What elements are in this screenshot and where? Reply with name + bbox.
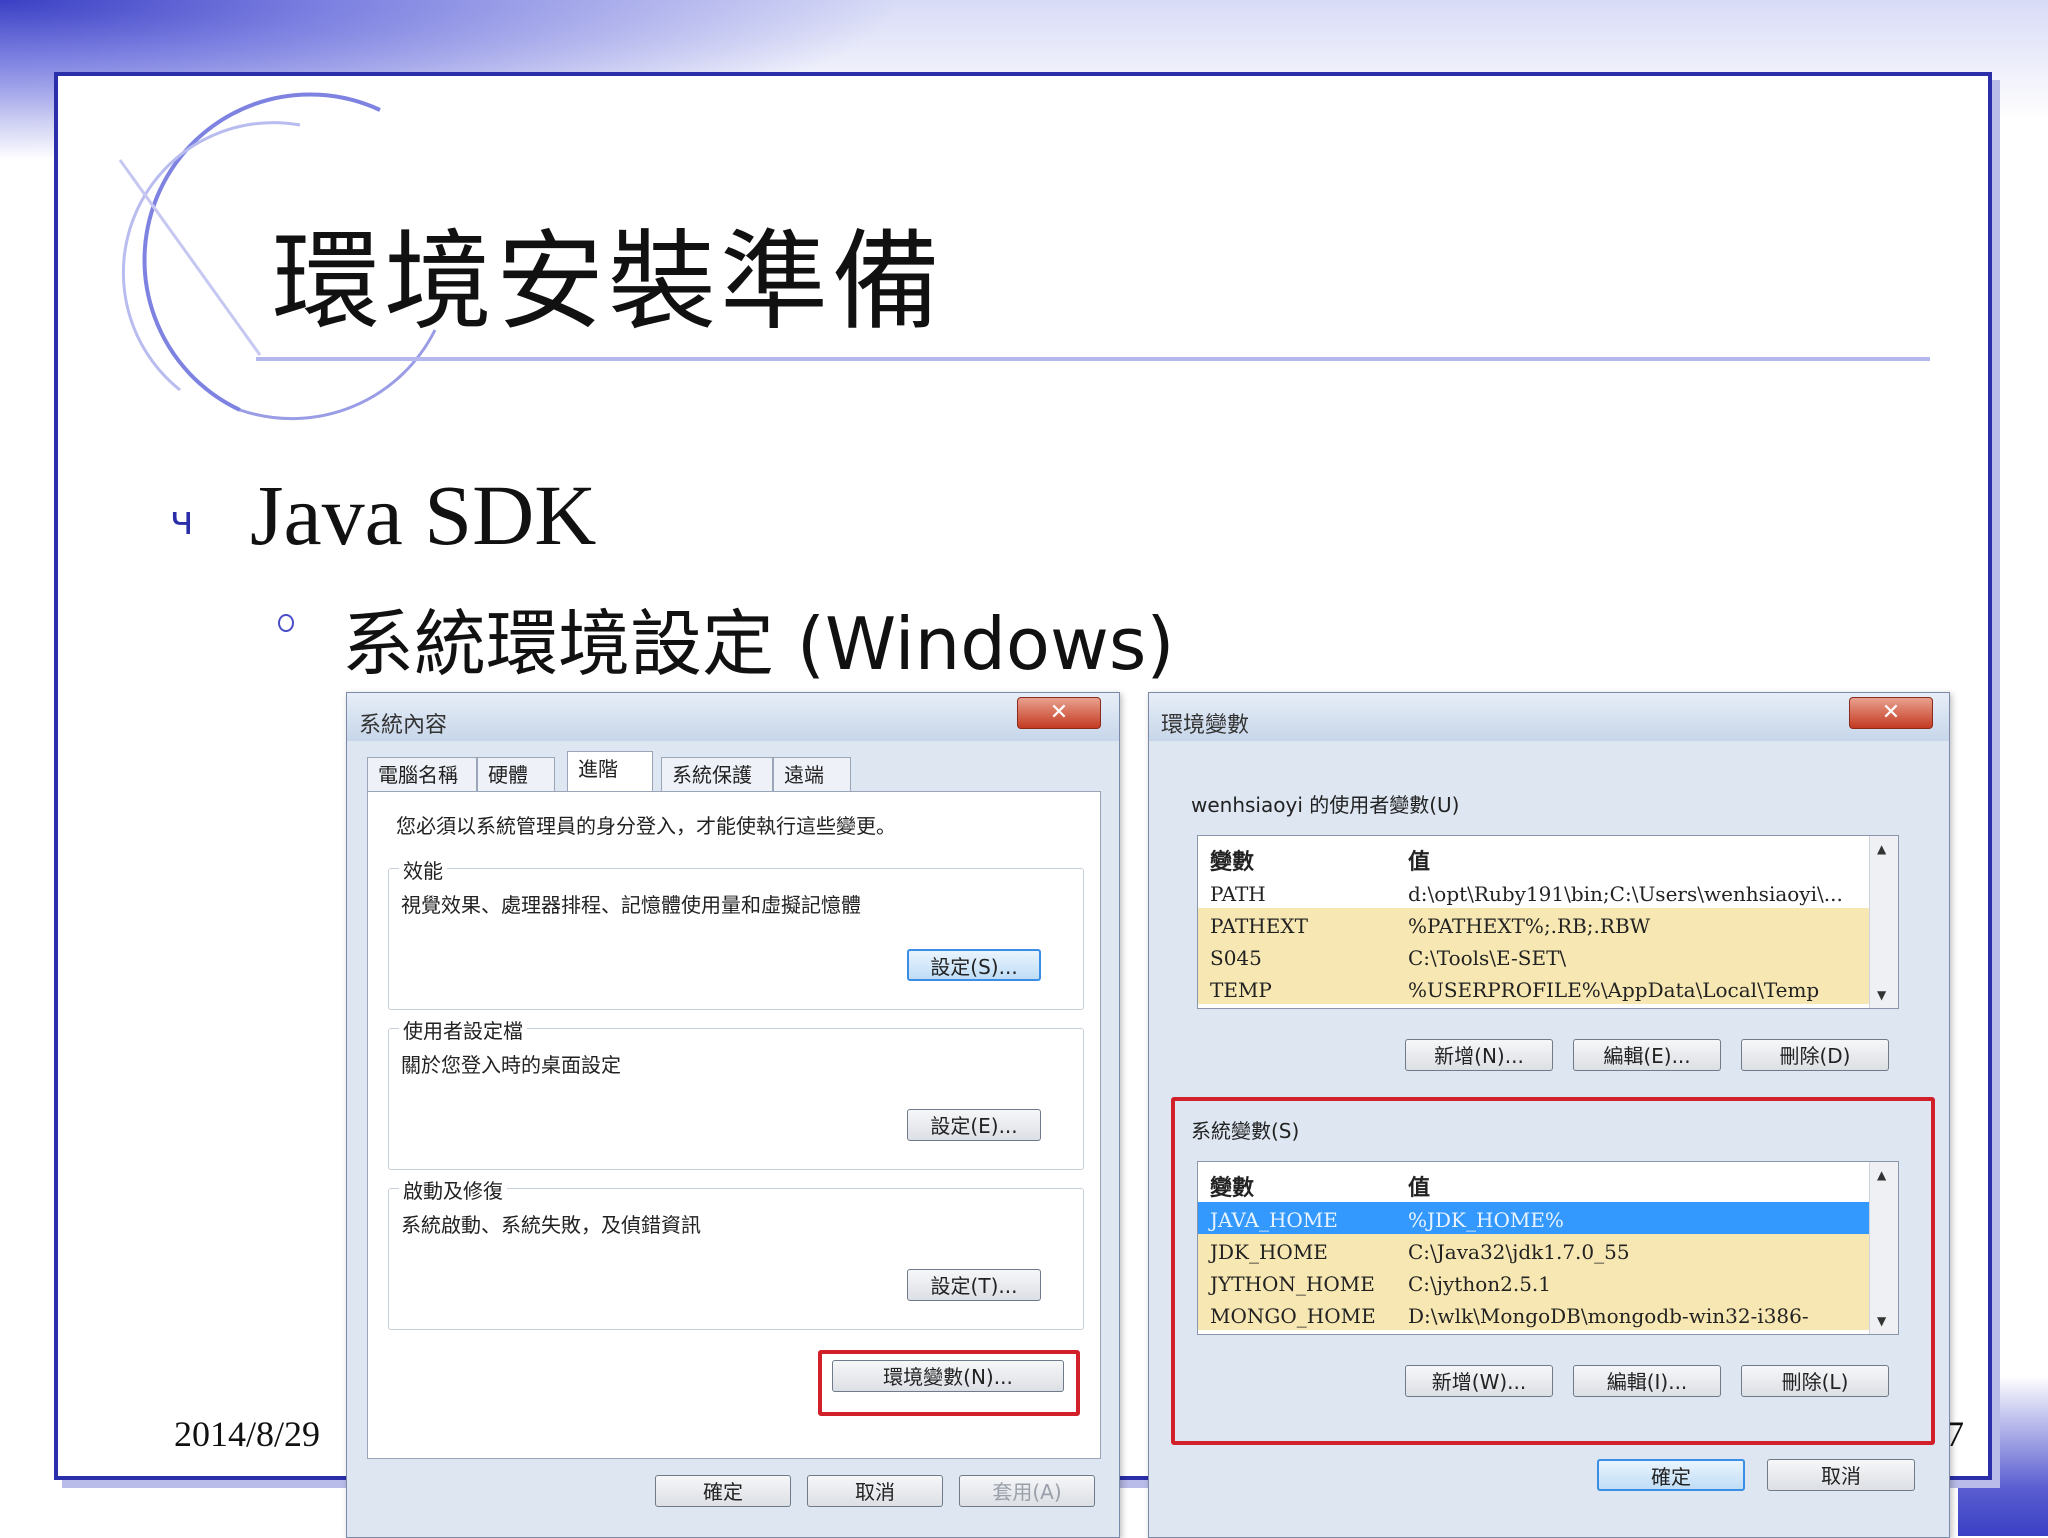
footer-date: 2014/8/29 bbox=[174, 1414, 321, 1454]
system-properties-dialog: 系統內容 ✕ 電腦名稱 硬體 進階 系統保護 遠端 您必須以系統管理員的身分登入… bbox=[346, 692, 1120, 1538]
list-item[interactable]: TEMP %USERPROFILE%\AppData\Local\Temp bbox=[1198, 972, 1870, 1004]
user-profiles-description: 關於您登入時的桌面設定 bbox=[401, 1053, 621, 1077]
tab-computer-name[interactable]: 電腦名稱 bbox=[367, 757, 477, 791]
user-delete-button[interactable]: 刪除(D) bbox=[1741, 1039, 1889, 1071]
cancel-button[interactable]: 取消 bbox=[1767, 1459, 1915, 1491]
dialog-titlebar: 環境變數 bbox=[1149, 693, 1949, 741]
performance-group: 效能 視覺效果、處理器排程、記憶體使用量和虛擬記憶體 設定(S)... bbox=[388, 855, 1084, 1010]
performance-settings-button[interactable]: 設定(S)... bbox=[907, 949, 1041, 981]
scroll-up-icon[interactable]: ▲ bbox=[1877, 842, 1886, 856]
cancel-button[interactable]: 取消 bbox=[807, 1475, 943, 1507]
list-item[interactable]: PATHEXT %PATHEXT%;.RB;.RBW bbox=[1198, 908, 1870, 940]
slide-title: 環境安裝準備 bbox=[272, 220, 945, 345]
user-profiles-label: 使用者設定檔 bbox=[399, 1015, 527, 1044]
list-item[interactable]: PATH d:\opt\Ruby191\bin;C:\Users\wenhsia… bbox=[1198, 876, 1870, 908]
user-new-button[interactable]: 新增(N)... bbox=[1405, 1039, 1553, 1071]
env-button-highlight bbox=[818, 1350, 1080, 1416]
environment-variables-dialog: 環境變數 ✕ wenhsiaoyi 的使用者變數(U) 變數 值 PATH d:… bbox=[1148, 692, 1950, 1538]
tab-system-protection[interactable]: 系統保護 bbox=[661, 757, 773, 791]
performance-label: 效能 bbox=[399, 855, 447, 884]
tab-advanced[interactable]: 進階 bbox=[567, 751, 653, 791]
bullet-java-sdk: Java SDK bbox=[250, 467, 597, 563]
user-profiles-settings-button[interactable]: 設定(E)... bbox=[907, 1109, 1041, 1141]
list-header: 變數 值 bbox=[1198, 836, 1870, 875]
title-underline bbox=[256, 357, 1930, 361]
system-variables-highlight bbox=[1171, 1097, 1935, 1445]
user-edit-button[interactable]: 編輯(E)... bbox=[1573, 1039, 1721, 1071]
scroll-down-icon[interactable]: ▼ bbox=[1877, 988, 1886, 1002]
dialog-titlebar: 系統內容 bbox=[347, 693, 1119, 741]
startup-recovery-settings-button[interactable]: 設定(T)... bbox=[907, 1269, 1041, 1301]
apply-button[interactable]: 套用(A) bbox=[959, 1475, 1095, 1507]
tab-hardware[interactable]: 硬體 bbox=[477, 757, 555, 791]
tab-remote[interactable]: 遠端 bbox=[773, 757, 851, 791]
user-variables-label: wenhsiaoyi 的使用者變數(U) bbox=[1191, 793, 1460, 817]
performance-description: 視覺效果、處理器排程、記憶體使用量和虛擬記憶體 bbox=[401, 893, 861, 917]
ok-button[interactable]: 確定 bbox=[1597, 1459, 1745, 1491]
dialog-title: 環境變數 bbox=[1161, 713, 1250, 738]
bullet-level2-icon bbox=[278, 614, 294, 632]
list-item[interactable]: S045 C:\Tools\E-SET\ bbox=[1198, 940, 1870, 972]
bullet-level1-icon: ч bbox=[170, 498, 194, 544]
user-profiles-group: 使用者設定檔 關於您登入時的桌面設定 設定(E)... bbox=[388, 1015, 1084, 1170]
scrollbar[interactable]: ▲ ▼ bbox=[1869, 836, 1898, 1008]
close-icon[interactable]: ✕ bbox=[1017, 697, 1101, 729]
ok-button[interactable]: 確定 bbox=[655, 1475, 791, 1507]
user-variables-list[interactable]: 變數 值 PATH d:\opt\Ruby191\bin;C:\Users\we… bbox=[1197, 835, 1899, 1009]
startup-recovery-label: 啟動及修復 bbox=[399, 1175, 507, 1204]
column-variable: 變數 bbox=[1210, 850, 1255, 875]
dialog-title: 系統內容 bbox=[359, 713, 448, 738]
advanced-tab-panel: 您必須以系統管理員的身分登入，才能使執行這些變更。 效能 視覺效果、處理器排程、… bbox=[367, 791, 1101, 1459]
admin-note: 您必須以系統管理員的身分登入，才能使執行這些變更。 bbox=[396, 814, 896, 838]
bullet-system-env-setting: 系統環境設定 (Windows) bbox=[342, 602, 1175, 686]
startup-recovery-description: 系統啟動、系統失敗，及偵錯資訊 bbox=[401, 1213, 701, 1237]
column-value: 值 bbox=[1408, 850, 1431, 875]
startup-recovery-group: 啟動及修復 系統啟動、系統失敗，及偵錯資訊 設定(T)... bbox=[388, 1175, 1084, 1330]
close-icon[interactable]: ✕ bbox=[1849, 697, 1933, 729]
